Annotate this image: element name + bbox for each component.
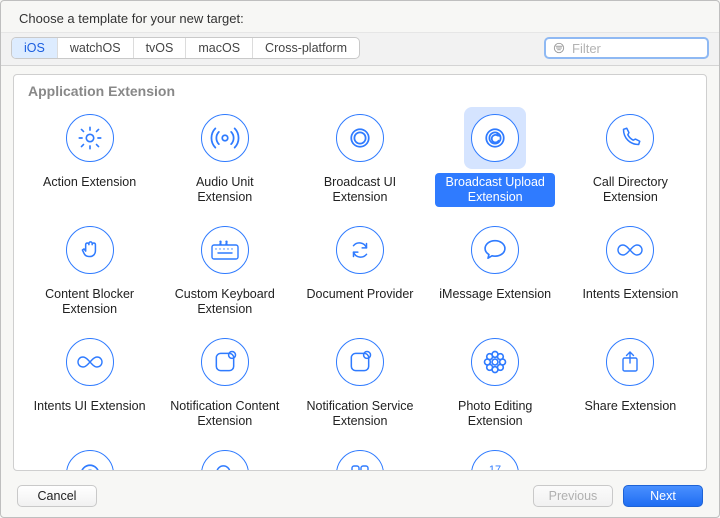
template-label: Intents Extension [570,285,690,315]
template-label: Photo Editing Extension [435,397,555,431]
phone-icon [599,107,661,169]
template-imessage-extension[interactable]: iMessage Extension [428,215,563,321]
cycle-icon [329,219,391,281]
hand-icon [59,219,121,281]
layers-icon [329,107,391,169]
new-target-sheet: Choose a template for your new target: i… [0,0,720,518]
gear-icon [59,107,121,169]
broadcast-icon [194,107,256,169]
infinity-icon [599,219,661,281]
svg-text:17: 17 [489,464,501,471]
toolbar: iOSwatchOStvOSmacOSCross-platform [1,32,719,66]
template-placeholder-4[interactable]: 17 [428,439,563,471]
template-label: Share Extension [570,397,690,427]
keyboard-icon [194,219,256,281]
section-header: Application Extension [14,75,706,103]
infinity-icon [59,331,121,393]
template-label: Action Extension [30,173,150,203]
square-dot-icon [194,331,256,393]
template-placeholder-2[interactable] [157,439,292,471]
magnifier-icon [194,443,256,471]
flower-icon [464,331,526,393]
filter-icon [552,41,566,55]
platform-tabs: iOSwatchOStvOSmacOSCross-platform [11,37,360,59]
template-label: Broadcast UI Extension [300,173,420,207]
template-label: Call Directory Extension [570,173,690,207]
template-call-directory-extension[interactable]: Call Directory Extension [563,103,698,209]
next-button[interactable]: Next [623,485,703,507]
tab-ios[interactable]: iOS [12,38,58,58]
template-audio-unit-extension[interactable]: Audio Unit Extension [157,103,292,209]
template-placeholder-1[interactable] [22,439,157,471]
template-content-blocker-extension[interactable]: Content Blocker Extension [22,215,157,321]
template-photo-editing-extension[interactable]: Photo Editing Extension [428,327,563,433]
cancel-button[interactable]: Cancel [17,485,97,507]
template-notification-content-ext[interactable]: Notification Content Extension [157,327,292,433]
template-custom-keyboard-extension[interactable]: Custom Keyboard Extension [157,215,292,321]
template-label: Broadcast Upload Extension [435,173,555,207]
filter-input[interactable] [570,40,701,57]
template-notification-service-ext[interactable]: Notification Service Extension [292,327,427,433]
template-label: Custom Keyboard Extension [165,285,285,319]
tab-watch[interactable]: watchOS [58,38,134,58]
template-list: Application Extension Action Extension A… [13,74,707,471]
template-share-extension[interactable]: Share Extension [563,327,698,433]
template-intents-ui-extension[interactable]: Intents UI Extension [22,327,157,433]
template-label: Notification Content Extension [165,397,285,431]
filter-field[interactable] [544,37,709,59]
template-label: Audio Unit Extension [165,173,285,207]
template-intents-extension[interactable]: Intents Extension [563,215,698,321]
previous-button: Previous [533,485,613,507]
grid-icon [329,443,391,471]
template-label: Document Provider [300,285,420,315]
template-action-extension[interactable]: Action Extension [22,103,157,209]
share-icon [599,331,661,393]
at-icon [59,443,121,471]
footer: Cancel Previous Next [1,477,719,517]
template-broadcast-upload-extension[interactable]: Broadcast Upload Extension [428,103,563,209]
tab-cross[interactable]: Cross-platform [253,38,359,58]
tab-tv[interactable]: tvOS [134,38,187,58]
template-broadcast-ui-extension[interactable]: Broadcast UI Extension [292,103,427,209]
layers-sync-icon [464,107,526,169]
template-placeholder-3[interactable] [292,439,427,471]
template-label: iMessage Extension [435,285,555,315]
template-label: Content Blocker Extension [30,285,150,319]
template-document-provider[interactable]: Document Provider [292,215,427,321]
tab-mac[interactable]: macOS [186,38,253,58]
template-grid: Action Extension Audio Unit Extension Br… [14,103,706,471]
calendar-icon: 17 [464,443,526,471]
template-label: Notification Service Extension [300,397,420,431]
template-label: Intents UI Extension [30,397,150,427]
square-dot-icon [329,331,391,393]
bubble-icon [464,219,526,281]
prompt-text: Choose a template for your new target: [1,1,719,32]
